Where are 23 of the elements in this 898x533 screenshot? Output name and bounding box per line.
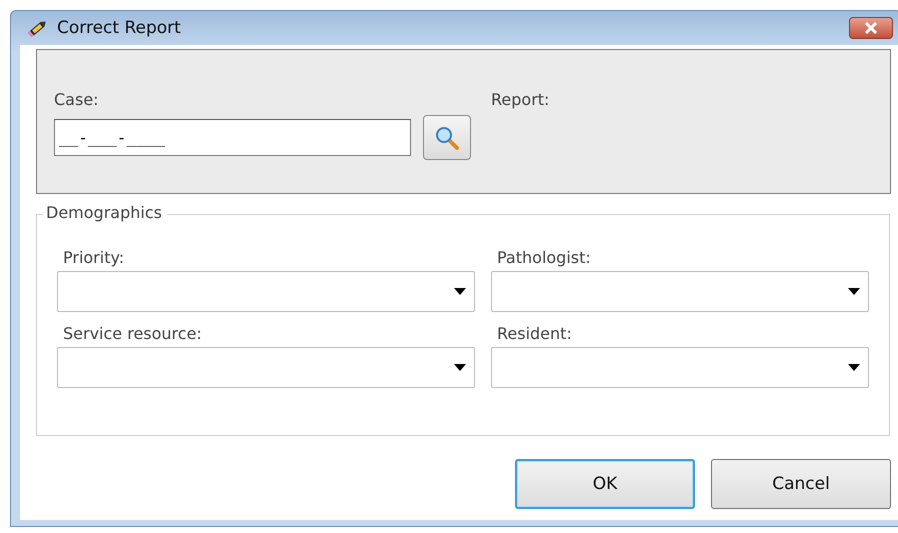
dropdown-arrow-icon: [848, 364, 860, 371]
case-input[interactable]: __-___-____: [54, 119, 411, 156]
dropdown-arrow-icon: [454, 364, 466, 371]
close-icon: [864, 22, 878, 34]
field-label: Priority:: [62, 248, 126, 267]
case-label: Case:: [54, 90, 100, 109]
field-label: Resident:: [496, 324, 573, 343]
dropdown-arrow-icon: [848, 288, 860, 295]
report-label: Report:: [491, 90, 550, 109]
close-button[interactable]: [849, 17, 893, 39]
dropdown-field[interactable]: [57, 271, 475, 312]
dropdown-field[interactable]: [57, 347, 475, 388]
search-icon: [434, 124, 460, 150]
window-title: Correct Report: [57, 18, 181, 38]
field-label: Service resource:: [62, 324, 203, 343]
ok-button[interactable]: OK: [515, 459, 695, 509]
cancel-button[interactable]: Cancel: [711, 459, 891, 509]
group-title: Demographics: [43, 203, 167, 222]
dropdown-field[interactable]: [491, 271, 869, 312]
dropdown-field[interactable]: [491, 347, 869, 388]
field-label: Pathologist:: [496, 248, 592, 267]
dropdown-arrow-icon: [454, 288, 466, 295]
search-button[interactable]: [423, 115, 471, 160]
